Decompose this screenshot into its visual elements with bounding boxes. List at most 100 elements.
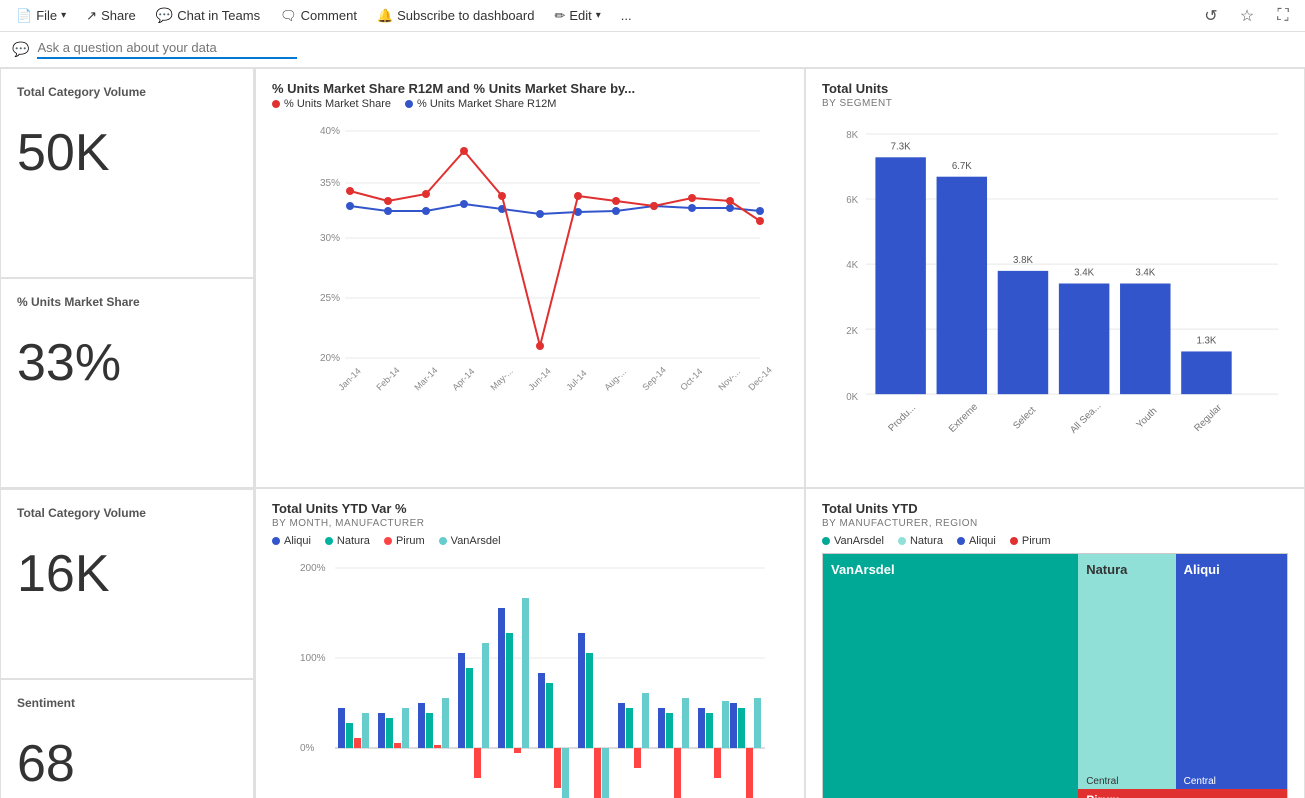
ytd-bar-chart-card: Total Units YTD Var % BY MONTH, MANUFACT… bbox=[255, 488, 805, 798]
kpi-units-market-share: % Units Market Share 33% bbox=[0, 278, 254, 488]
kpi3-value: 16K bbox=[17, 548, 237, 600]
svg-text:Extreme: Extreme bbox=[947, 402, 980, 435]
treemap-subtitle: BY MANUFACTURER, REGION bbox=[822, 518, 1288, 529]
refresh-button[interactable]: ↺ bbox=[1197, 2, 1225, 30]
more-button[interactable]: ... bbox=[613, 4, 640, 27]
ytd-legend: Aliqui Natura Pirum VanArsdel bbox=[272, 535, 788, 547]
treemap-title: Total Units YTD bbox=[822, 501, 1288, 516]
legend-item-red: % Units Market Share bbox=[272, 98, 391, 110]
kpi2-value: 33% bbox=[17, 337, 237, 389]
svg-text:4K: 4K bbox=[846, 260, 858, 271]
ytd-chart-title: Total Units YTD Var % bbox=[272, 501, 788, 516]
file-label: File bbox=[36, 8, 57, 23]
chat-label: Chat in Teams bbox=[177, 8, 260, 23]
kpi4-label: Sentiment bbox=[17, 696, 237, 710]
svg-text:40%: 40% bbox=[320, 126, 340, 137]
svg-text:Oct-14: Oct-14 bbox=[678, 366, 704, 392]
dot-natura-tm bbox=[898, 537, 906, 545]
comment-icon: 🗨 bbox=[280, 8, 297, 24]
svg-text:25%: 25% bbox=[320, 293, 340, 304]
qa-icon: 💬 bbox=[12, 41, 29, 58]
subscribe-button[interactable]: 🔔 Subscribe to dashboard bbox=[369, 4, 543, 28]
svg-text:20%: 20% bbox=[320, 353, 340, 364]
svg-text:Nov-...: Nov-... bbox=[716, 367, 742, 393]
dot-pirum bbox=[384, 537, 392, 545]
treemap-vanarsdel: VanArsdel bbox=[823, 554, 1078, 789]
share-icon: ↗ bbox=[86, 8, 97, 24]
bar-chart-subtitle: BY SEGMENT bbox=[822, 98, 1288, 109]
edit-label: Edit bbox=[569, 8, 591, 23]
qa-input[interactable] bbox=[37, 40, 297, 55]
bar-youth bbox=[1120, 283, 1170, 394]
svg-text:Regular: Regular bbox=[1192, 402, 1224, 434]
line-chart-card: % Units Market Share R12M and % Units Ma… bbox=[255, 68, 805, 488]
legend-pirum-tm: Pirum bbox=[1010, 535, 1051, 547]
chat-button[interactable]: 💬 Chat in Teams bbox=[148, 3, 268, 28]
svg-text:0K: 0K bbox=[846, 392, 858, 403]
dot-pirum-tm bbox=[1010, 537, 1018, 545]
treemap-legend: VanArsdel Natura Aliqui Pirum bbox=[822, 535, 1288, 547]
kpi1-value: 50K bbox=[17, 127, 237, 179]
kpi1-label: Total Category Volume bbox=[17, 85, 237, 99]
kpi-total-category-volume: Total Category Volume 50K bbox=[0, 68, 254, 278]
share-button[interactable]: ↗ Share bbox=[78, 4, 144, 28]
line-chart-title: % Units Market Share R12M and % Units Ma… bbox=[272, 81, 788, 96]
edit-icon: ✏ bbox=[554, 8, 565, 24]
dot-aliqui bbox=[272, 537, 280, 545]
legend-natura-tm: Natura bbox=[898, 535, 943, 547]
svg-text:All Sea...: All Sea... bbox=[1068, 401, 1103, 436]
svg-text:3.8K: 3.8K bbox=[1013, 255, 1033, 266]
svg-text:0%: 0% bbox=[300, 743, 315, 754]
comment-button[interactable]: 🗨 Comment bbox=[272, 4, 365, 28]
file-menu[interactable]: 📄 File ▾ bbox=[8, 4, 74, 28]
treemap-card: Total Units YTD BY MANUFACTURER, REGION … bbox=[805, 488, 1305, 798]
treemap-vanarsdel-central: Central bbox=[823, 789, 1078, 798]
edit-button[interactable]: ✏ Edit ▾ bbox=[546, 4, 608, 28]
file-icon: 📄 bbox=[16, 8, 32, 24]
svg-text:Jun-14: Jun-14 bbox=[526, 366, 553, 393]
treemap-natura: Natura bbox=[1078, 554, 1175, 761]
qa-input-wrapper bbox=[37, 40, 297, 59]
ytd-chart-subtitle: BY MONTH, MANUFACTURER bbox=[272, 518, 788, 529]
dot-vanarsdel-tm bbox=[822, 537, 830, 545]
svg-text:Youth: Youth bbox=[1134, 406, 1159, 431]
svg-text:Select: Select bbox=[1011, 405, 1038, 432]
subscribe-label: Subscribe to dashboard bbox=[397, 8, 534, 23]
share-label: Share bbox=[101, 8, 136, 23]
kpi-total-category-volume2: Total Category Volume 16K bbox=[0, 489, 254, 679]
svg-text:Sep-14: Sep-14 bbox=[640, 365, 668, 393]
legend-dot-red bbox=[272, 100, 280, 108]
toolbar-right: ↺ ☆ ⛶ bbox=[1197, 2, 1297, 30]
legend-aliqui: Aliqui bbox=[272, 535, 311, 547]
fullscreen-button[interactable]: ⛶ bbox=[1269, 2, 1297, 30]
svg-text:30%: 30% bbox=[320, 233, 340, 244]
legend-label-blue: % Units Market Share R12M bbox=[417, 98, 556, 110]
favorite-button[interactable]: ☆ bbox=[1233, 2, 1261, 30]
legend-pirum: Pirum bbox=[384, 535, 425, 547]
treemap-pirum: Pirum Central bbox=[1078, 789, 1287, 798]
svg-text:Feb-14: Feb-14 bbox=[374, 365, 401, 392]
file-chevron: ▾ bbox=[61, 10, 66, 21]
svg-text:Jan-14: Jan-14 bbox=[336, 366, 363, 393]
comment-label: Comment bbox=[301, 8, 357, 23]
legend-label-red: % Units Market Share bbox=[284, 98, 391, 110]
svg-text:3.4K: 3.4K bbox=[1135, 268, 1155, 279]
svg-text:May-...: May-... bbox=[488, 366, 515, 393]
svg-text:Dec-14: Dec-14 bbox=[746, 365, 774, 393]
line-chart-svg: 40% 35% 30% 25% 20% bbox=[272, 116, 788, 456]
svg-text:35%: 35% bbox=[320, 178, 340, 189]
legend-vanarsdel-tm: VanArsdel bbox=[822, 535, 884, 547]
treemap-aliqui: Aliqui bbox=[1176, 554, 1287, 761]
svg-text:Mar-14: Mar-14 bbox=[412, 365, 439, 392]
line-chart-legend: % Units Market Share % Units Market Shar… bbox=[272, 98, 788, 110]
qa-bar: 💬 bbox=[0, 32, 1305, 68]
kpi3-label: Total Category Volume bbox=[17, 506, 237, 520]
svg-text:6.7K: 6.7K bbox=[952, 161, 972, 172]
kpi2-label: % Units Market Share bbox=[17, 295, 237, 309]
treemap-visual: VanArsdel Central Natura Central Aliqui … bbox=[822, 553, 1288, 798]
bar-allsea bbox=[1059, 283, 1109, 394]
treemap-aliqui-central: Central bbox=[1176, 761, 1287, 790]
legend-aliqui-tm: Aliqui bbox=[957, 535, 996, 547]
svg-text:3.4K: 3.4K bbox=[1074, 268, 1094, 279]
dot-natura bbox=[325, 537, 333, 545]
